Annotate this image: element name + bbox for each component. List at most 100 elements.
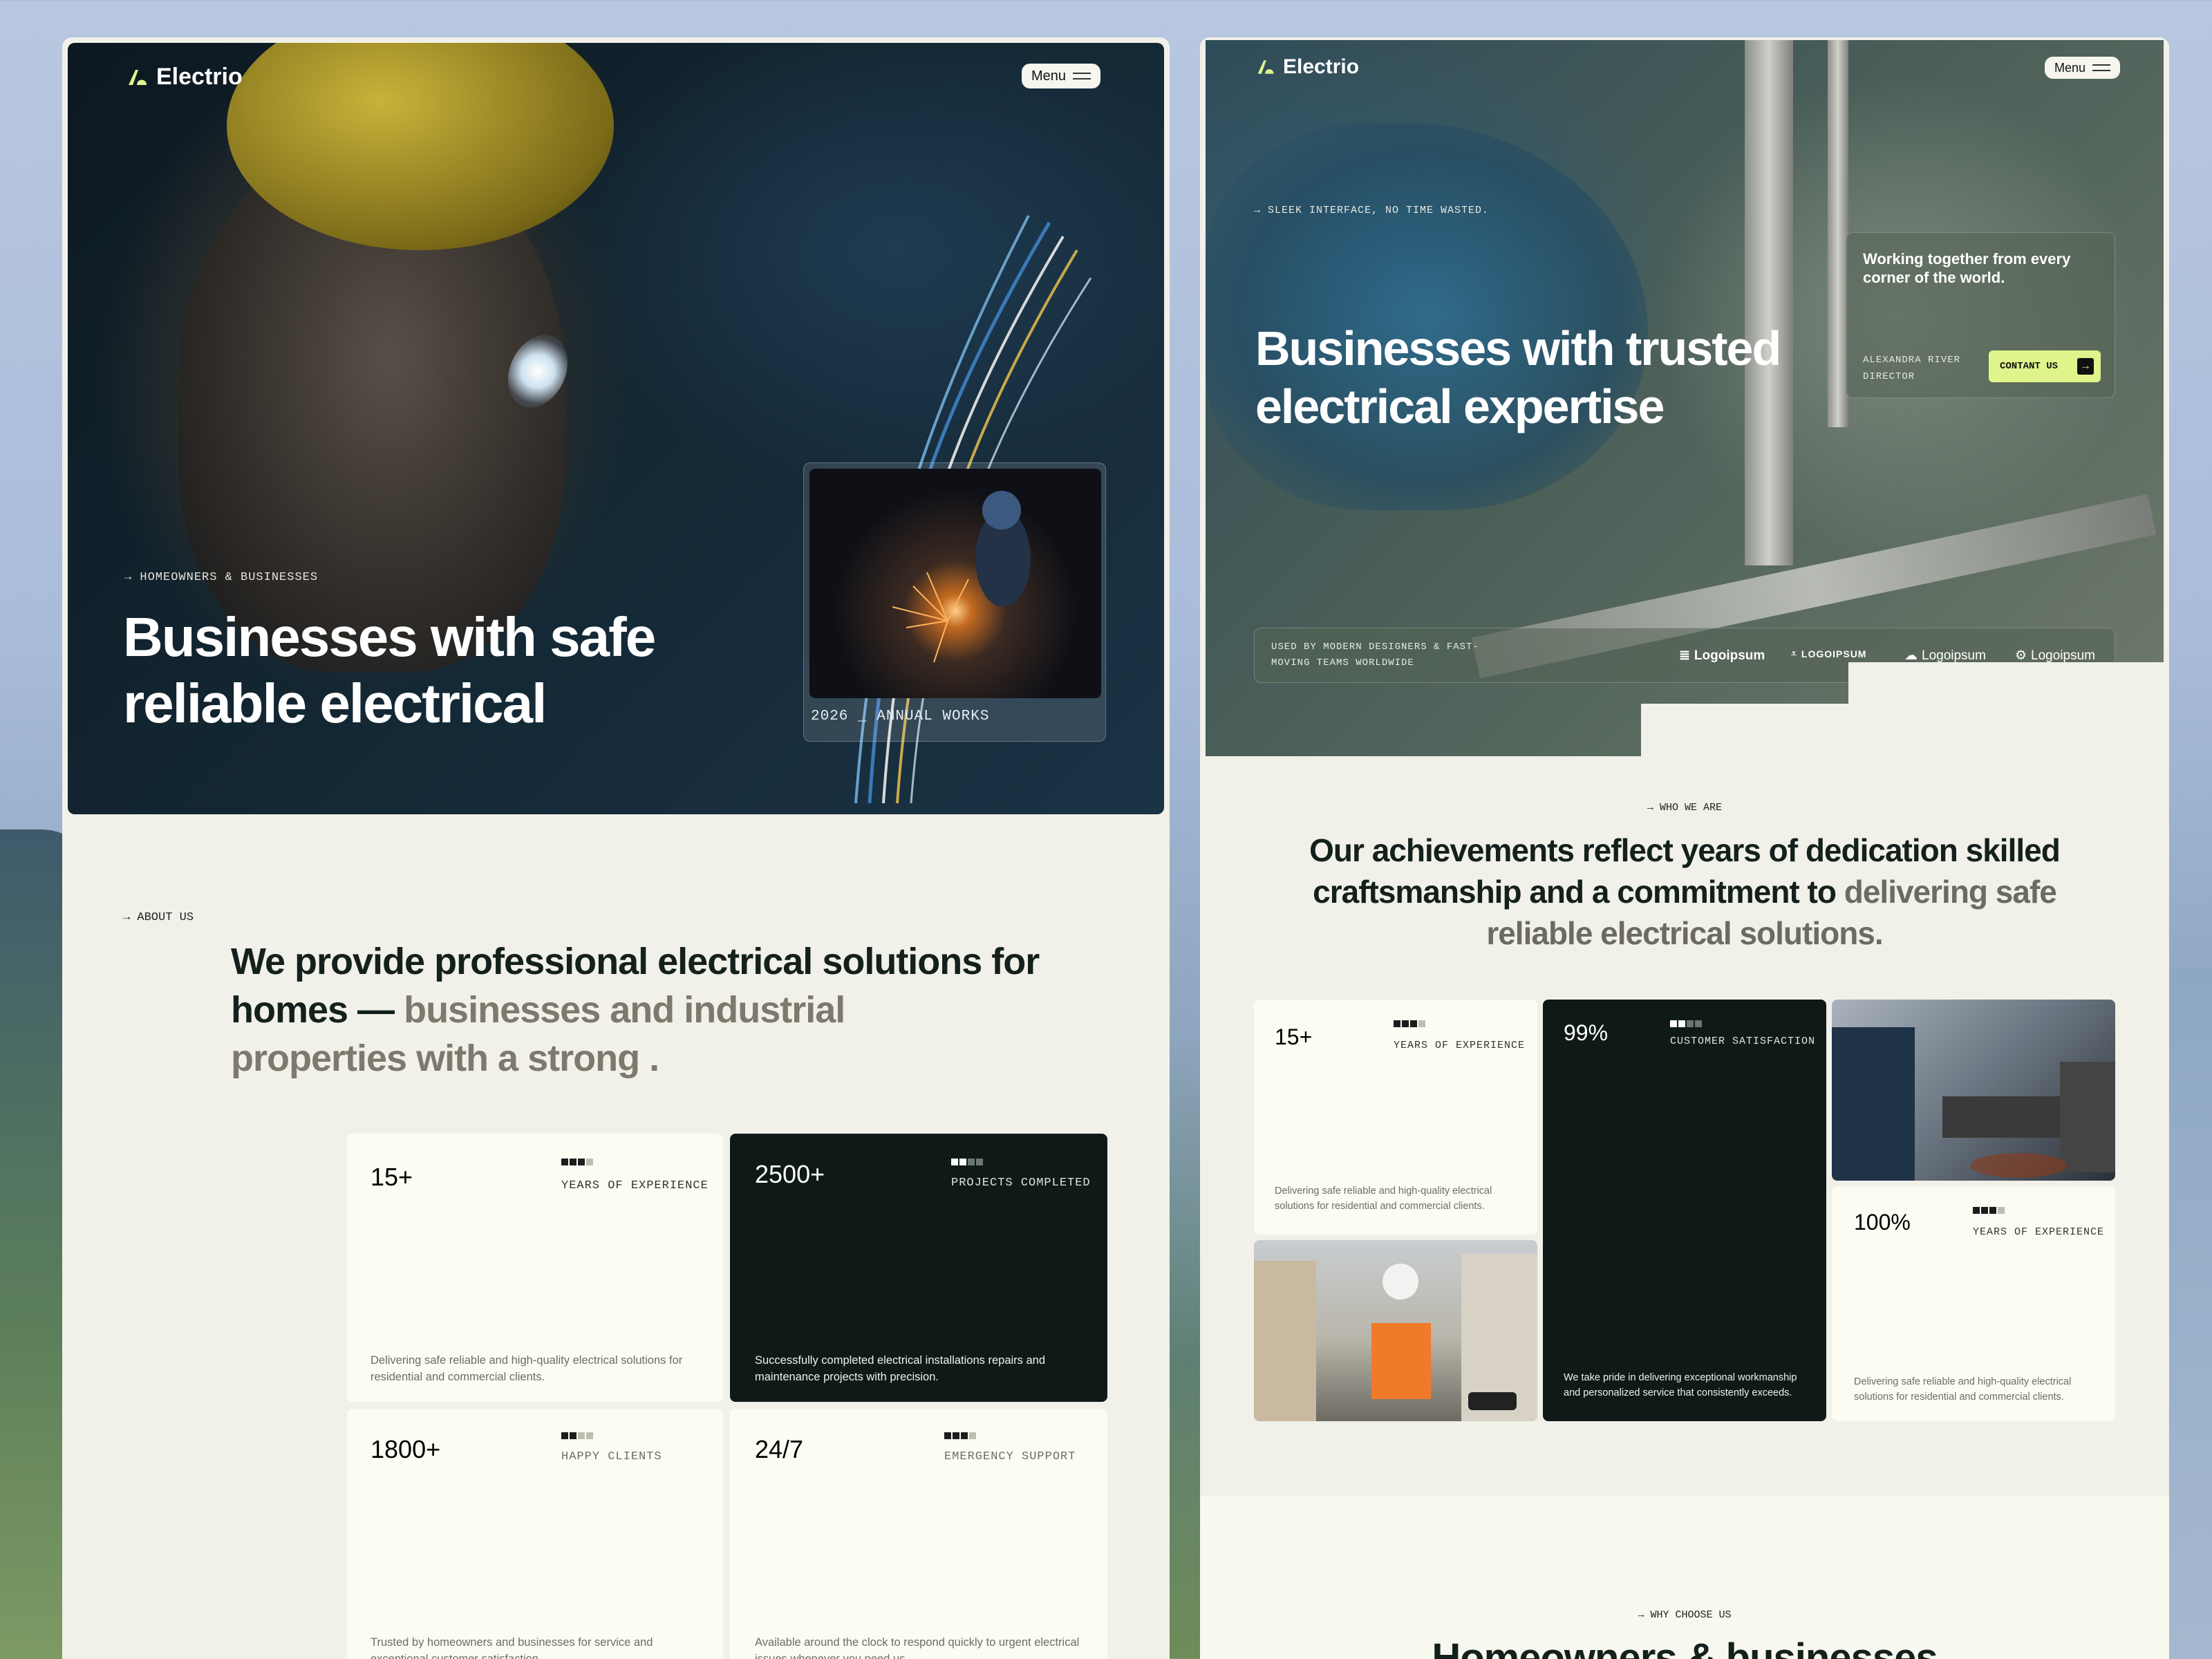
welding-sparks-illustration — [892, 491, 1031, 663]
partner-logo-text: Logoipsum — [2031, 648, 2095, 663]
stat-desc-line1: Trusted by homeowners and businesses for… — [371, 1636, 653, 1649]
stat-level-icon — [561, 1159, 593, 1165]
hero-title: Businesses with safe reliable electrical — [123, 604, 656, 737]
logo-mark-icon: ≣ — [1679, 648, 1690, 663]
stat-card-percent: 100% YEARS OF EXPERIENCE Delivering safe… — [1832, 1186, 2115, 1421]
stat-card-years: 15+ YEARS OF EXPERIENCE Delivering safe … — [347, 1134, 723, 1402]
testimonial-author: ALEXANDRA RIVER DIRECTOR — [1863, 352, 1960, 385]
why-tag: → WHY CHOOSE US — [1638, 1609, 1732, 1621]
stat-card-satisfaction: 99% CUSTOMER SATISFACTION We take pride … — [1543, 1000, 1826, 1421]
stat-level-icon — [561, 1432, 593, 1439]
annual-works-card[interactable]: 2026 _ ANNUAL WORKS — [803, 462, 1106, 742]
photo-worker-street — [1254, 1240, 1537, 1421]
stat-desc-line2: solutions for residential and commercial… — [1854, 1391, 2064, 1403]
brand-name: Electrio — [156, 64, 243, 90]
stat-desc: Delivering safe reliable and high-qualit… — [1854, 1374, 2071, 1405]
hamburger-icon — [1073, 73, 1091, 79]
partner-logo-text: LOGOIPSUM — [1801, 648, 1867, 659]
stat-desc: We take pride in delivering exceptional … — [1564, 1370, 1797, 1400]
stat-desc: Trusted by homeowners and businesses for… — [371, 1634, 653, 1659]
stat-level-icon — [1394, 1020, 1425, 1027]
hero-title-line1: Businesses with safe — [123, 606, 656, 668]
brand-logo[interactable]: Electrio — [126, 64, 243, 91]
partner-logo-3: ☁ Logoipsum — [1904, 648, 1986, 664]
stat-value: 1800+ — [371, 1435, 441, 1463]
partner-logo-1: ≣ Logoipsum — [1679, 648, 1765, 664]
hero-title-line1: Businesses with trusted — [1255, 321, 1781, 375]
stat-desc: Successfully completed electrical instal… — [755, 1352, 1045, 1385]
stat-label: YEARS OF EXPERIENCE — [1394, 1040, 1526, 1051]
stat-desc-line1: Delivering safe reliable and high-qualit… — [1275, 1185, 1492, 1197]
contact-us-button[interactable]: CONTANT US → — [1989, 350, 2101, 382]
cloud-logo-icon: ☁ — [1904, 648, 1918, 663]
hero-cut-corner — [1848, 662, 2164, 756]
stat-desc-line2: solutions for residential and commercial… — [1275, 1201, 1485, 1212]
partner-logo-2: ⩡ LOGOIPSUM — [1791, 648, 1866, 659]
stat-desc-line1: Delivering safe reliable and high-qualit… — [1854, 1376, 2072, 1387]
left-page-preview: Electrio Menu → HOMEOWNERS & BUSINESSES … — [62, 37, 1170, 1659]
stat-value: 15+ — [1275, 1024, 1313, 1049]
stat-level-icon — [1973, 1207, 2005, 1214]
inset-caption: 2026 _ ANNUAL WORKS — [811, 709, 990, 724]
who-title: Our achievements reflect years of dedica… — [1200, 830, 2169, 954]
who-tag-text: WHO WE ARE — [1660, 802, 1723, 814]
why-tag-text: WHY CHOOSE US — [1650, 1609, 1732, 1621]
electrio-logo-icon — [129, 69, 147, 85]
why-title: Homeowners & businesses — [1432, 1635, 1938, 1659]
who-title-line1: Our achievements reflect years of dedica… — [1309, 832, 2061, 868]
stat-level-icon — [1670, 1020, 1702, 1027]
menu-label: Menu — [1031, 68, 1067, 84]
electrio-logo-icon — [1257, 60, 1274, 74]
who-title-line2-muted: delivering safe — [1844, 874, 2057, 910]
hero-tag: → SLEEK INTERFACE, NO TIME WASTED. — [1254, 205, 1490, 216]
stat-desc-line2: residential and commercial clients. — [371, 1371, 545, 1383]
about-tag-text: ABOUT US — [137, 911, 194, 924]
worker-machine-illustration — [1832, 1027, 2115, 1181]
menu-label: Menu — [2054, 60, 2086, 75]
author-role: DIRECTOR — [1863, 371, 1915, 382]
about-lead-line2-dark: homes — — [231, 989, 395, 1031]
trusted-by-line1: USED BY MODERN DESIGNERS & FAST- — [1271, 641, 1479, 653]
menu-button[interactable]: Menu — [1022, 64, 1101, 88]
stat-card-years: 15+ YEARS OF EXPERIENCE Delivering safe … — [1254, 1000, 1537, 1235]
stat-desc: Available around the clock to respond qu… — [755, 1634, 1079, 1659]
about-lead: We provide professional electrical solut… — [231, 937, 1060, 1082]
logo-mark-icon: ⩡ — [1791, 648, 1797, 659]
hero-title-line2: electrical expertise — [1255, 379, 1665, 433]
stat-value: 99% — [1564, 1020, 1609, 1045]
stat-desc-line1: Delivering safe reliable and high-qualit… — [371, 1354, 683, 1367]
partner-logo-text: Logoipsum — [1922, 648, 1986, 663]
stat-value: 2500+ — [755, 1160, 825, 1188]
stat-label: HAPPY CLIENTS — [561, 1450, 662, 1463]
partner-logo-text: Logoipsum — [1694, 648, 1765, 663]
who-tag: → WHO WE ARE — [1647, 802, 1723, 814]
hero-tag-text: HOMEOWNERS & BUSINESSES — [140, 571, 319, 584]
stat-desc-line2: exceptional customer satisfaction. — [371, 1653, 542, 1659]
hero-tag: → HOMEOWNERS & BUSINESSES — [124, 571, 319, 584]
brand-name: Electrio — [1283, 55, 1360, 78]
trusted-by-line2: MOVING TEAMS WORLDWIDE — [1271, 657, 1414, 668]
stat-desc: Delivering safe reliable and high-qualit… — [1275, 1183, 1492, 1214]
stat-label: PROJECTS COMPLETED — [951, 1177, 1091, 1190]
stat-card-projects: 2500+ PROJECTS COMPLETED Successfully co… — [730, 1134, 1107, 1402]
arrow-right-icon: → — [2077, 358, 2094, 375]
stat-desc-line1: Available around the clock to respond qu… — [755, 1636, 1080, 1649]
hero-title: Businesses with trusted electrical exper… — [1255, 319, 1781, 435]
partner-logo-4: ⚙ Logoipsum — [2015, 648, 2095, 664]
about-lead-line2-muted: businesses and industrial — [404, 989, 845, 1031]
trusted-by-text: USED BY MODERN DESIGNERS & FAST- MOVING … — [1271, 639, 1479, 671]
welding-image — [809, 469, 1101, 698]
worker-arm-image — [1206, 123, 1648, 510]
stat-level-icon — [951, 1159, 983, 1165]
stat-card-support: 24/7 EMERGENCY SUPPORT Available around … — [730, 1409, 1107, 1659]
quote-line2: corner of the world. — [1863, 269, 2005, 286]
worker-street-illustration — [1254, 1254, 1537, 1421]
menu-button[interactable]: Menu — [2045, 57, 2121, 79]
right-page-preview: Electrio Menu → SLEEK INTERFACE, NO TIME… — [1200, 37, 2169, 1659]
about-lead-line3: properties with a strong . — [231, 1038, 659, 1079]
about-lead-line1: We provide professional electrical solut… — [231, 941, 1040, 982]
testimonial-card: Working together from every corner of th… — [1846, 232, 2115, 398]
why-choose-section: → WHY CHOOSE US Homeowners & businesses — [1200, 1496, 2169, 1659]
stat-label: YEARS OF EXPERIENCE — [561, 1179, 709, 1192]
brand-logo[interactable]: Electrio — [1255, 55, 1359, 79]
